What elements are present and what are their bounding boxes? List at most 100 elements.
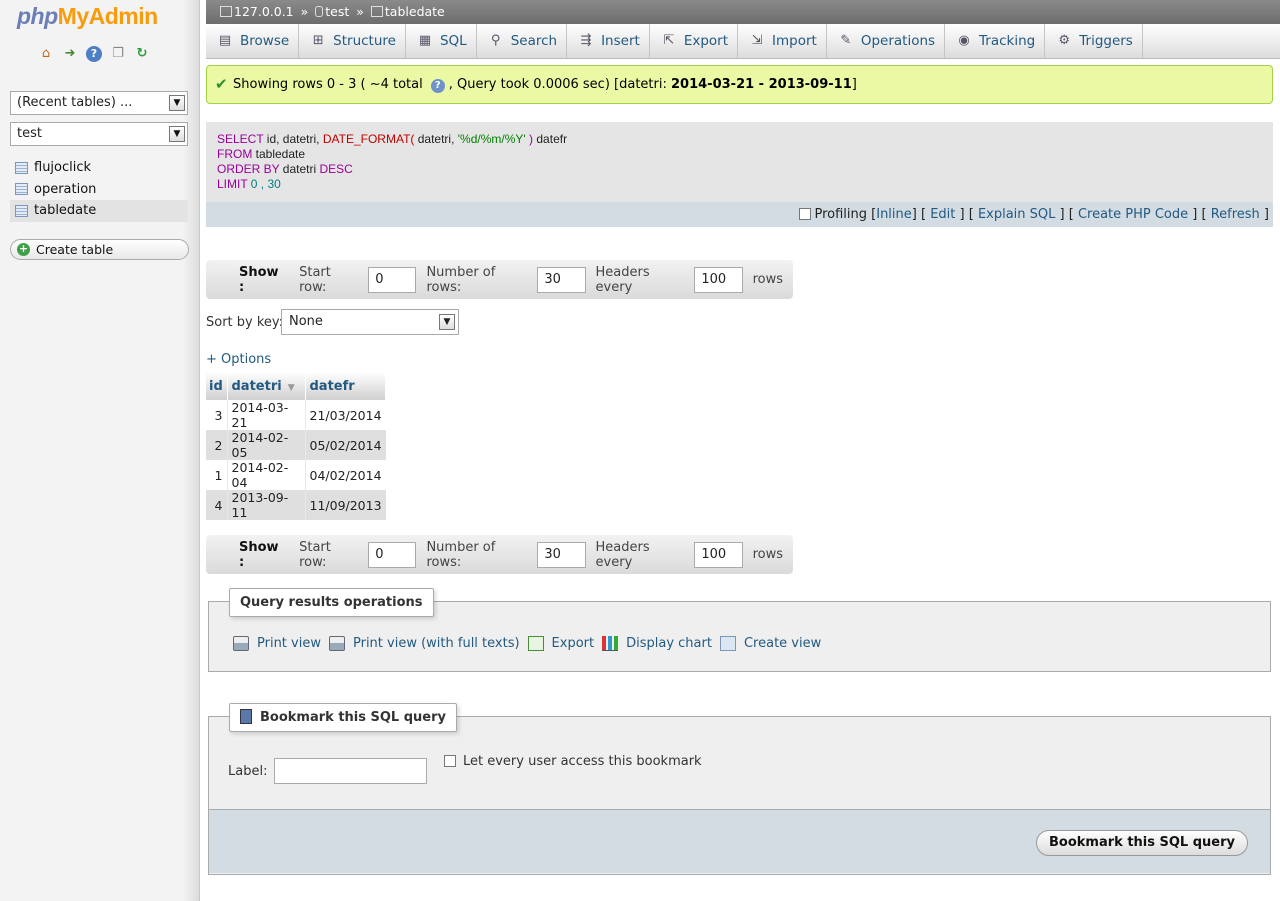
query-results-operations-legend: Query results operations — [229, 588, 434, 617]
print-icon — [328, 636, 345, 651]
tab-export[interactable]: ⇱ Export — [650, 24, 739, 58]
edit-link[interactable]: Edit — [930, 207, 955, 222]
tab-bar: ▤ Browse ⊞ Structure ▦ SQL ⚲ Search ⇶ Insert … — [206, 24, 1280, 59]
column-header-datetri[interactable]: datetri ▼ — [227, 372, 306, 400]
table-list-item-flujoclick[interactable]: flujoclick — [10, 157, 188, 179]
print-view-full-link[interactable]: Print view (with full texts) — [328, 636, 520, 651]
column-header-id[interactable]: id — [206, 372, 228, 400]
insert-icon: ⇶ — [580, 33, 592, 48]
bookmark-public-option[interactable]: Let every user access this bookmark — [444, 754, 702, 769]
success-message: ✔ Showing rows 0 - 3 ( ~4 total?, Query … — [206, 65, 1273, 104]
refresh-link[interactable]: Refresh — [1211, 207, 1260, 222]
logout-icon[interactable]: ➜ — [62, 46, 78, 62]
browse-icon: ▤ — [218, 33, 232, 48]
table-icon — [370, 6, 383, 17]
chevron-down-icon: ▼ — [169, 95, 185, 111]
bookmark-icon — [240, 709, 252, 724]
tab-insert[interactable]: ⇶ Insert — [567, 24, 650, 58]
import-icon: ⇲ — [751, 33, 763, 48]
table-row[interactable]: 2 2014-02-05 05/02/2014 — [206, 430, 386, 460]
breadcrumb-server[interactable]: 127.0.0.1 — [234, 4, 294, 19]
print-view-link[interactable]: Print view — [233, 636, 321, 651]
table-header-row: id datetri ▼ datefr — [206, 372, 387, 400]
create-php-code-link[interactable]: Create PHP Code — [1078, 207, 1188, 222]
table-list-item-tabledate[interactable]: tabledate — [10, 200, 188, 222]
tab-operations[interactable]: ✎ Operations — [827, 24, 946, 58]
options-link[interactable]: + Options — [206, 352, 271, 367]
server-icon — [220, 6, 232, 17]
bookmark-legend: Bookmark this SQL query — [229, 703, 457, 732]
breadcrumb-database[interactable]: test — [325, 4, 349, 19]
export-link[interactable]: Export — [527, 636, 594, 651]
table-icon[interactable] — [15, 204, 28, 217]
table-icon[interactable] — [15, 161, 28, 174]
tab-structure[interactable]: ⊞ Structure — [299, 24, 406, 58]
bookmark-public-checkbox[interactable] — [444, 755, 456, 767]
explain-sql-link[interactable]: Explain SQL — [978, 207, 1055, 222]
print-icon — [233, 636, 249, 651]
create-table-button[interactable]: + Create table — [10, 239, 189, 260]
export-icon — [527, 636, 544, 651]
results-table: id datetri ▼ datefr 3 2014-03-21 21/03/20… — [206, 372, 387, 520]
sql-query-box: SELECT id, datetri, DATE_FORMAT( datetri… — [206, 122, 1273, 227]
tab-triggers[interactable]: ⚙ Triggers — [1045, 24, 1143, 58]
bookmark-sql-query: Bookmark this SQL query Label: Let every… — [208, 703, 1271, 875]
sql-icon: ▦ — [418, 33, 432, 48]
table-list: flujoclick operation tabledate — [10, 157, 188, 222]
reload-icon[interactable]: ↻ — [134, 46, 150, 62]
export-icon: ⇱ — [663, 33, 675, 48]
database-select[interactable]: test ▼ — [10, 122, 188, 146]
table-row[interactable]: 3 2014-03-21 21/03/2014 — [206, 400, 386, 430]
number-of-rows-input[interactable]: 30 — [537, 266, 586, 293]
table-row[interactable]: 4 2013-09-11 11/09/2013 — [206, 490, 386, 520]
rows-navigation-bottom: Show : Start row: 0 Number of rows: 30 H… — [206, 535, 793, 574]
wrench-icon: ✎ — [840, 33, 852, 48]
query-operations-list: Print view Print view (with full texts) … — [233, 636, 829, 651]
triggers-icon: ⚙ — [1058, 33, 1071, 48]
eye-icon: ◉ — [958, 33, 970, 48]
breadcrumb-table[interactable]: tabledate — [385, 4, 445, 19]
help-icon[interactable]: ? — [430, 79, 445, 93]
plus-icon: + — [17, 242, 30, 256]
table-row[interactable]: 1 2014-02-04 04/02/2014 — [206, 460, 386, 490]
display-chart-link[interactable]: Display chart — [602, 636, 712, 651]
column-header-datefr[interactable]: datefr — [305, 372, 387, 400]
database-icon — [315, 6, 324, 17]
query-results-operations: Query results operations Print view Prin… — [208, 588, 1271, 672]
tab-browse[interactable]: ▤ Browse — [206, 24, 300, 58]
navigation-panel: phpMyAdmin ⌂ ➜ ? ❐ ↻ (Recent tables) ...… — [0, 0, 200, 901]
number-of-rows-input[interactable]: 30 — [537, 541, 586, 568]
tab-sql[interactable]: ▦ SQL — [406, 24, 477, 58]
view-icon — [719, 636, 736, 651]
start-row-input[interactable]: 0 — [368, 541, 417, 568]
breadcrumb: 127.0.0.1 » test » tabledate — [206, 0, 1280, 24]
sort-by-key-select[interactable]: None ▼ — [281, 309, 459, 335]
start-row-input[interactable]: 0 — [368, 266, 417, 293]
bookmark-query-button[interactable]: Bookmark this SQL query — [1036, 830, 1248, 856]
recent-tables-select[interactable]: (Recent tables) ... ▼ — [10, 91, 188, 115]
documentation-icon[interactable]: ❐ — [110, 46, 126, 62]
headers-every-input[interactable]: 100 — [694, 541, 743, 568]
inline-edit-link[interactable]: Inline — [876, 207, 912, 222]
phpmyadmin-logo[interactable]: phpMyAdmin — [17, 3, 158, 30]
table-icon[interactable] — [15, 183, 28, 196]
check-icon: ✔ — [215, 75, 228, 93]
tab-tracking[interactable]: ◉ Tracking — [945, 24, 1046, 58]
bookmark-label-input[interactable] — [274, 758, 427, 784]
sql-actions-bar: Profiling [Inline] [ Edit ] [ Explain SQ… — [206, 202, 1273, 227]
rows-navigation-top: Show : Start row: 0 Number of rows: 30 H… — [206, 260, 793, 299]
bookmark-footer: Bookmark this SQL query — [209, 809, 1270, 873]
sql-query-text: SELECT id, datetri, DATE_FORMAT( datetri… — [217, 132, 568, 191]
headers-every-input[interactable]: 100 — [694, 266, 743, 293]
chevron-down-icon: ▼ — [169, 126, 185, 142]
home-icon[interactable]: ⌂ — [38, 46, 54, 62]
nav-icon-bar: ⌂ ➜ ? ❐ ↻ — [38, 46, 150, 62]
profiling-checkbox[interactable] — [799, 208, 812, 220]
create-view-link[interactable]: Create view — [719, 636, 821, 651]
tab-import[interactable]: ⇲ Import — [738, 24, 827, 58]
help-icon[interactable]: ? — [86, 46, 102, 62]
table-list-item-operation[interactable]: operation — [10, 179, 188, 201]
tab-search[interactable]: ⚲ Search — [477, 24, 568, 58]
sort-descending-icon: ▼ — [287, 382, 295, 393]
search-icon: ⚲ — [490, 33, 501, 48]
